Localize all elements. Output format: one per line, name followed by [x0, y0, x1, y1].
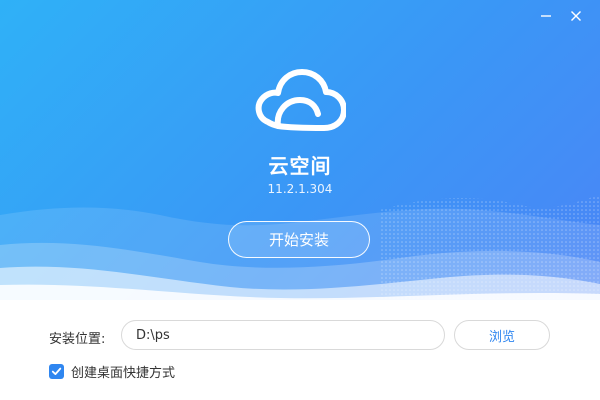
minimize-button[interactable]	[538, 8, 554, 24]
checkmark-icon	[51, 367, 62, 375]
start-install-button[interactable]: 开始安装	[228, 221, 370, 258]
close-icon	[571, 11, 581, 21]
app-name: 云空间	[268, 154, 332, 178]
cloud-logo-icon	[255, 69, 346, 131]
app-version: 11.2.1.304	[267, 182, 333, 196]
create-shortcut-option[interactable]: 创建桌面快捷方式	[49, 362, 175, 381]
close-button[interactable]	[568, 8, 584, 24]
browse-button[interactable]: 浏览	[454, 320, 550, 350]
install-options-panel	[0, 300, 600, 400]
minimize-icon	[541, 15, 551, 17]
hero-banner: 云空间 11.2.1.304 开始安装	[0, 0, 600, 300]
create-shortcut-label: 创建桌面快捷方式	[71, 366, 176, 381]
install-path-input[interactable]	[121, 320, 445, 350]
create-shortcut-checkbox[interactable]	[49, 364, 64, 379]
install-path-label: 安装位置:	[49, 332, 106, 347]
window-controls	[538, 8, 584, 24]
installer-window: 云空间 11.2.1.304 开始安装 安装位置: 浏览 创建桌面快捷方式	[0, 0, 600, 400]
